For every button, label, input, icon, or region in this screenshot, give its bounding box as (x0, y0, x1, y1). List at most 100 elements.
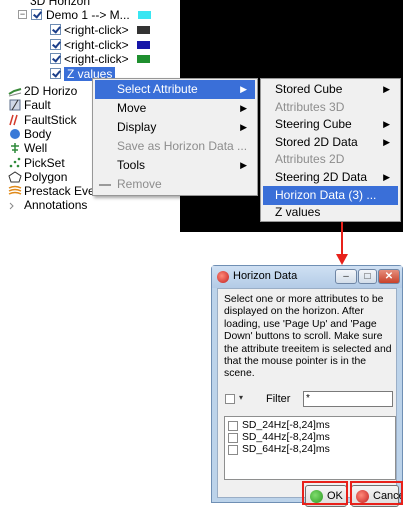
tree-item-label: Fault (24, 98, 51, 113)
minus-icon (99, 184, 111, 186)
chevron-right-icon: ▶ (383, 136, 390, 147)
chevron-right-icon: ▶ (240, 84, 247, 94)
polygon-icon (8, 171, 22, 183)
submenu-item-stored-cube[interactable]: Stored Cube ▶ (263, 80, 398, 99)
menu-item-label: Stored Cube (275, 82, 343, 96)
app-icon (217, 271, 229, 283)
color-swatch (137, 40, 150, 49)
menu-item-label: Select Attribute (117, 82, 198, 96)
submenu-item-horizon-data-3[interactable]: Horizon Data (3) ... (263, 185, 398, 205)
tree-item-annotations[interactable]: Annotations (2, 198, 180, 212)
checkbox[interactable] (50, 24, 61, 35)
menu-item-label: Move (117, 101, 147, 115)
submenu-item-steering-2d-data[interactable]: Steering 2D Data ▶ (263, 168, 398, 187)
filter-label: Filter (266, 393, 291, 405)
menu-item-remove: Remove (95, 175, 255, 194)
checkbox[interactable] (50, 53, 61, 65)
tree-item-attribute[interactable]: <right-click> (50, 52, 180, 66)
tree-item-attribute[interactable]: <right-click> (50, 38, 180, 52)
ok-highlight-box (302, 481, 348, 505)
minimize-button[interactable]: – (335, 269, 357, 284)
tree-item-label: <right-click> (64, 52, 129, 67)
chevron-right-icon: ▶ (240, 103, 247, 113)
menu-item-display[interactable]: Display ▶ (95, 118, 255, 137)
chevron-right-icon: ▶ (240, 122, 247, 132)
cancel-highlight-box (350, 481, 403, 505)
menu-item-save-as-horizon-data: Save as Horizon Data ... (95, 137, 255, 156)
chevron-right-icon: ▶ (383, 84, 390, 94)
pickset-icon (8, 157, 22, 169)
tree-item-label: Demo 1 --> M... (46, 8, 130, 22)
dialog-body: Select one or more attributes to be disp… (217, 288, 403, 507)
submenu-item-stored-2d-data[interactable]: Stored 2D Data ▶ (263, 133, 398, 152)
submenu-item-z-values[interactable]: Z values (263, 203, 398, 222)
well-icon (8, 142, 22, 154)
collapse-icon[interactable]: − (18, 10, 27, 19)
dialog-description: Select one or more attributes to be disp… (224, 294, 392, 380)
tree-item-label: 3D Horizon (30, 0, 91, 8)
filter-row: ▾ Filter * (224, 391, 396, 409)
color-swatch (137, 26, 150, 34)
filter-input[interactable]: * (303, 391, 393, 407)
menu-item-label: Remove (117, 177, 162, 191)
tree-item-label: 2D Horizo (24, 84, 78, 98)
menu-item-move[interactable]: Move ▶ (95, 99, 255, 118)
checkbox[interactable] (228, 445, 238, 455)
menu-item-label: Tools (117, 158, 146, 172)
tree-item-demo-horizon[interactable]: − Demo 1 --> M... (18, 8, 178, 22)
list-item-label: SD_44Hz[-8,24]ms (242, 432, 330, 443)
context-menu: Select Attribute ▶ Move ▶ Display ▶ Save as Ho… (92, 78, 258, 196)
faultstick-icon (8, 114, 22, 126)
dialog-titlebar[interactable]: Horizon Data – □ ✕ (212, 266, 402, 288)
menu-item-label: Attributes 2D (275, 152, 345, 167)
tree-item-attribute[interactable]: <right-click> (50, 23, 180, 37)
list-item-label: SD_64Hz[-8,24]ms (242, 444, 330, 455)
tree-item-label: Annotations (24, 198, 88, 213)
menu-item-label: Steering Cube (275, 117, 352, 132)
select-attribute-submenu: Stored Cube ▶ Attributes 3D Steering Cube ▶ S… (260, 78, 401, 222)
body-icon (8, 128, 22, 140)
menu-item-label: Display (117, 120, 157, 134)
tree-item-label: FaultStick (24, 112, 77, 127)
horizon-data-dialog: Horizon Data – □ ✕ Select one or more at… (211, 265, 403, 507)
annotations-icon (8, 199, 22, 211)
menu-item-label: Save as Horizon Data ... (117, 139, 248, 153)
menu-item-label: Horizon Data (3) ... (275, 187, 377, 202)
submenu-item-steering-cube[interactable]: Steering Cube ▶ (263, 115, 398, 134)
close-button[interactable]: ✕ (378, 269, 400, 284)
tree-item-label: Body (24, 126, 52, 141)
select-all-checkbox[interactable] (225, 394, 235, 404)
submenu-item-attributes-2d: Attributes 2D (263, 150, 398, 169)
checkbox[interactable] (228, 433, 238, 443)
color-swatch (137, 55, 150, 64)
tree-item-label: Polygon (24, 169, 68, 184)
annotation-arrow-icon (336, 222, 348, 265)
color-swatch (138, 11, 151, 19)
menu-item-label: Z values (275, 205, 321, 220)
dialog-title: Horizon Data (233, 270, 298, 282)
attribute-list[interactable]: SD_24Hz[-8,24]ms SD_44Hz[-8,24]ms SD_64Hz[… (224, 416, 396, 480)
chevron-down-icon[interactable]: ▾ (239, 393, 243, 402)
horizon-2d-icon (8, 85, 22, 97)
chevron-right-icon: ▶ (240, 160, 247, 170)
submenu-item-attributes-3d: Attributes 3D (263, 98, 398, 117)
chevron-right-icon: ▶ (383, 172, 390, 182)
tree-item-label: PickSet (24, 155, 65, 170)
checkbox[interactable] (50, 67, 61, 79)
prestack-icon (8, 185, 22, 197)
menu-item-label: Stored 2D Data (275, 134, 358, 149)
tree-item-label: <right-click> (64, 23, 129, 37)
menu-item-label: Steering 2D Data (275, 170, 368, 184)
tree-item-label: Well (24, 141, 48, 156)
checkbox[interactable] (228, 421, 238, 431)
menu-item-select-attribute[interactable]: Select Attribute ▶ (95, 80, 255, 99)
checkbox[interactable] (50, 38, 61, 50)
list-item-label: SD_24Hz[-8,24]ms (242, 420, 330, 431)
menu-item-label: Attributes 3D (275, 99, 345, 114)
menu-item-tools[interactable]: Tools ▶ (95, 156, 255, 175)
maximize-button[interactable]: □ (358, 269, 377, 284)
tree-item-label: <right-click> (64, 37, 129, 52)
checkbox-demo[interactable] (31, 9, 42, 20)
chevron-right-icon: ▶ (383, 119, 390, 130)
fault-icon (8, 99, 22, 111)
